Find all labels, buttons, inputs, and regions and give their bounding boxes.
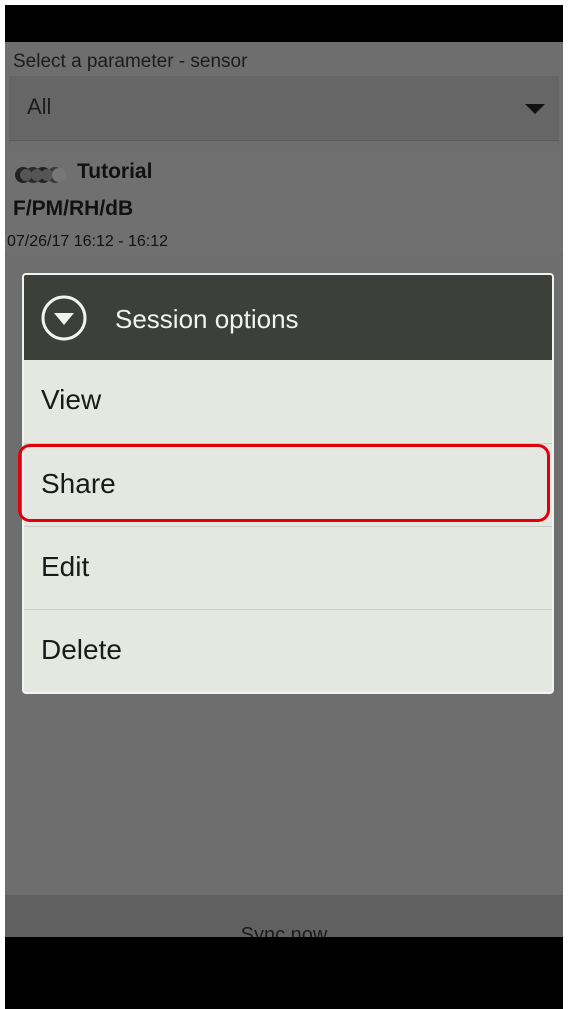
share-highlight-outline [18, 444, 550, 522]
option-edit-label: Edit [41, 551, 90, 582]
navigation-bar [5, 937, 563, 1009]
dropdown-circle-icon [41, 295, 87, 341]
session-title: Tutorial [77, 160, 153, 183]
parameter-dropdown[interactable]: All [9, 76, 559, 141]
dialog-header: Session options [24, 275, 552, 360]
session-parameters: F/PM/RH/dB [13, 197, 134, 220]
session-list-item[interactable]: Tutorial F/PM/RH/dB 07/26/17 16:12 - 16:… [5, 152, 563, 252]
status-bar [5, 5, 563, 42]
dropdown-selected-value: All [27, 94, 52, 119]
option-view[interactable]: View [24, 360, 552, 442]
option-view-label: View [41, 384, 102, 415]
session-status-icon [15, 167, 66, 183]
dropdown-arrow-icon [525, 104, 545, 114]
option-edit[interactable]: Edit [24, 526, 552, 608]
filter-label: Select a parameter - sensor [13, 51, 248, 72]
dialog-title: Session options [115, 304, 299, 334]
option-delete-label: Delete [41, 634, 122, 665]
session-time-range: 07/26/17 16:12 - 16:12 [7, 233, 169, 250]
phone-screen: Select a parameter - sensor All Tutorial… [5, 5, 563, 1009]
option-delete[interactable]: Delete [24, 609, 552, 691]
